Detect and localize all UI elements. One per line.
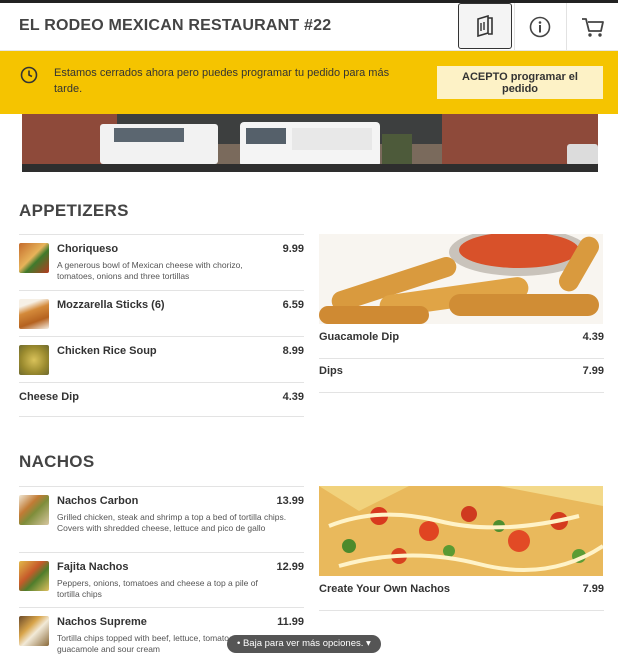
item-price: 12.99 bbox=[276, 561, 304, 573]
chevron-down-icon: ▾ bbox=[363, 638, 371, 649]
appetizers-feature-photo bbox=[319, 234, 603, 324]
item-price: 7.99 bbox=[582, 365, 604, 377]
info-button[interactable] bbox=[514, 3, 565, 50]
item-price: 13.99 bbox=[276, 495, 304, 507]
scroll-hint[interactable]: • Baja para ver más opciones. ▾ bbox=[227, 635, 381, 653]
item-price: 4.39 bbox=[582, 331, 604, 343]
section-title-nachos: NACHOS bbox=[19, 452, 95, 471]
item-name: Nachos Carbon bbox=[57, 495, 139, 507]
menu-item[interactable]: Create Your Own Nachos 7.99 bbox=[319, 576, 604, 611]
item-thumbnail bbox=[19, 495, 49, 525]
restaurant-title: EL RODEO MEXICAN RESTAURANT #22 bbox=[19, 17, 332, 34]
item-description: Peppers, onions, tomatoes and cheese a t… bbox=[57, 578, 258, 599]
item-name: Nachos Supreme bbox=[57, 616, 147, 628]
item-price: 8.99 bbox=[282, 345, 304, 357]
menu-item[interactable]: Choriqueso 9.99 A generous bowl of Mexic… bbox=[19, 234, 304, 291]
item-thumbnail bbox=[19, 561, 49, 591]
item-thumbnail bbox=[19, 299, 49, 329]
cart-button[interactable] bbox=[566, 3, 618, 50]
divider bbox=[19, 416, 304, 417]
schedule-order-button[interactable]: ACEPTO programar el pedido bbox=[437, 66, 603, 99]
storefront-photo bbox=[22, 114, 598, 172]
item-price: 6.59 bbox=[282, 299, 304, 311]
item-name: Create Your Own Nachos bbox=[319, 583, 451, 595]
item-thumbnail bbox=[19, 616, 49, 646]
section-title-appetizers: APPETIZERS bbox=[19, 201, 129, 220]
item-price: 11.99 bbox=[277, 616, 304, 628]
menu-item[interactable]: Guacamole Dip 4.39 bbox=[319, 324, 604, 359]
info-icon bbox=[529, 16, 551, 37]
nachos-feature-photo bbox=[319, 486, 603, 576]
menu-item[interactable]: Fajita Nachos 12.99 Peppers, onions, tom… bbox=[19, 552, 304, 608]
item-thumbnail bbox=[19, 345, 49, 375]
item-name: Choriqueso bbox=[57, 243, 119, 255]
item-price: 4.39 bbox=[282, 391, 304, 403]
item-price: 7.99 bbox=[582, 583, 604, 595]
menu-item[interactable]: Cheese Dip 4.39 bbox=[19, 382, 304, 417]
menu-item[interactable]: Mozzarella Sticks (6) 6.59 bbox=[19, 290, 304, 337]
menu-item[interactable]: Dips 7.99 bbox=[319, 358, 604, 393]
item-thumbnail bbox=[19, 243, 49, 273]
item-description: A generous bowl of Mexican cheese with c… bbox=[57, 260, 243, 281]
menu-book-icon bbox=[477, 15, 493, 37]
closed-message: Estamos cerrados ahora pero puedes progr… bbox=[54, 67, 390, 95]
clock-icon bbox=[20, 66, 38, 84]
item-name: Fajita Nachos bbox=[57, 561, 129, 573]
closed-banner: Estamos cerrados ahora pero puedes progr… bbox=[0, 51, 618, 114]
item-name: Cheese Dip bbox=[19, 391, 79, 403]
scroll-hint-label: Baja para ver más opciones. bbox=[242, 638, 364, 649]
item-price: 9.99 bbox=[282, 243, 304, 255]
cart-icon bbox=[582, 17, 604, 37]
menu-item[interactable]: Chicken Rice Soup 8.99 bbox=[19, 336, 304, 383]
item-name: Mozzarella Sticks (6) bbox=[57, 299, 165, 311]
item-name: Chicken Rice Soup bbox=[57, 345, 157, 357]
item-name: Dips bbox=[319, 365, 343, 377]
item-description: Grilled chicken, steak and shrimp a top … bbox=[57, 512, 287, 533]
menu-item[interactable]: Nachos Carbon 13.99 Grilled chicken, ste… bbox=[19, 486, 304, 553]
menu-book-button[interactable] bbox=[458, 3, 512, 49]
item-name: Guacamole Dip bbox=[319, 331, 400, 343]
app-header: EL RODEO MEXICAN RESTAURANT #22 bbox=[0, 3, 618, 51]
